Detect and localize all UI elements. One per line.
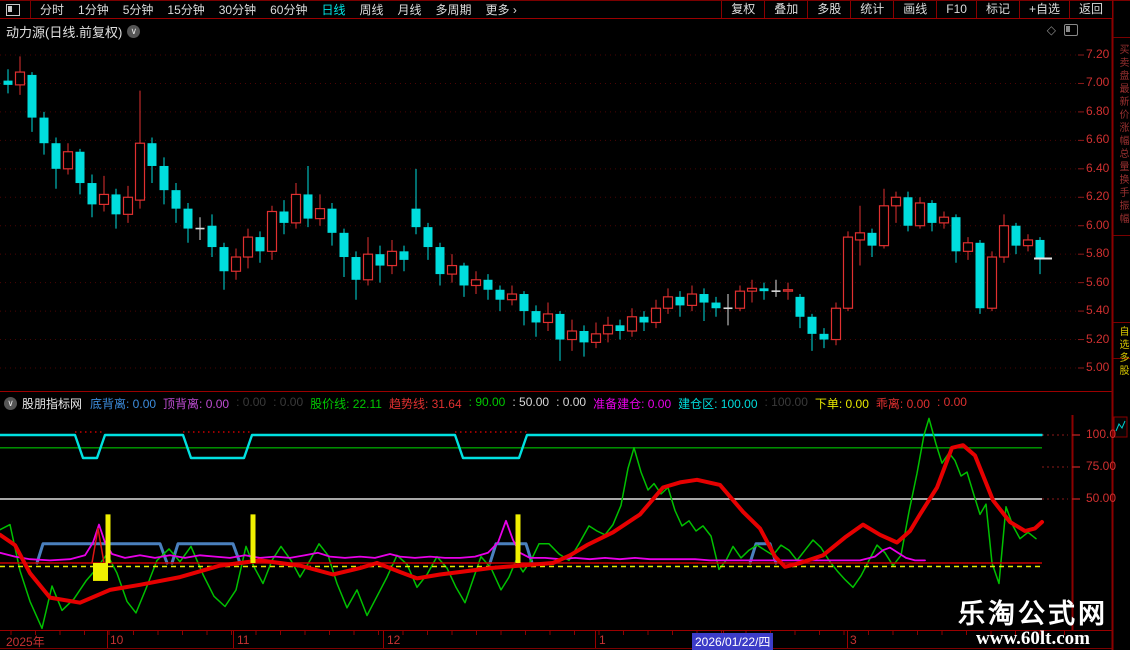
month-label: 10: [110, 633, 124, 647]
toolbar-right-buttons: 复权 叠加 多股 统计 画线 F10 标记 +自选 返回: [721, 1, 1112, 18]
button-画线[interactable]: 画线: [893, 1, 936, 18]
axis-label: 75.00: [1086, 459, 1117, 473]
candlestick-series: [3, 56, 1045, 361]
right-strip-tabs[interactable]: 买卖盘最新价涨幅总量换手振幅: [1115, 44, 1130, 226]
indicator-field: : 90.00: [468, 394, 506, 409]
indicator-fields: 底背离: 0.00 顶背离: 0.00 : 0.00 : 0.00 股价线: 22.11…: [90, 395, 974, 412]
trading-app-window: 分时 1分钟 5分钟 15分钟 30分钟 60分钟 日线 周线 月线 多周期 更多 › 复权 叠加 多股…: [0, 0, 1130, 650]
indicator-field: : 0.00: [936, 394, 967, 409]
selected-date-label: 2026/01/22/四: [692, 633, 774, 650]
period-toolbar: 分时 1分钟 5分钟 15分钟 30分钟 60分钟 日线 周线 月线 多周期 更多 › 复权 叠加 多股…: [0, 0, 1112, 19]
axis-label: 100.0: [1086, 427, 1117, 441]
indicator-field-下单: 下单: 0.00: [814, 396, 869, 411]
axis-label: 6.20: [1086, 189, 1110, 204]
indicator-header: ∨ 股朋指标网 底背离: 0.00 顶背离: 0.00 : 0.00 : 0.00 股价…: [4, 394, 974, 412]
tab-60分钟[interactable]: 60分钟: [270, 1, 307, 18]
indicator-collapse-icon[interactable]: ∨: [4, 396, 17, 410]
indicator-field: : 50.00: [512, 394, 550, 409]
stock-titlebar: 动力源(日线.前复权) ∨: [6, 22, 141, 41]
indicator-field-股价线: 股价线: 22.11: [310, 396, 382, 411]
indicator-field-底背离: 底背离: 0.00: [90, 396, 157, 411]
month-label: 3: [850, 633, 857, 647]
button-返回[interactable]: 返回: [1068, 1, 1112, 18]
tab-月线[interactable]: 月线: [398, 1, 422, 18]
axis-label: 50.00: [1086, 491, 1117, 505]
indicator-field-趋势线: 趋势线: 31.64: [388, 396, 462, 411]
period-tabs: 分时 1分钟 5分钟 15分钟 30分钟 60分钟 日线 周线 月线 多周期 更多 ›: [33, 1, 524, 18]
axis-label: 5.20: [1086, 331, 1110, 346]
button-统计[interactable]: 统计: [850, 1, 893, 18]
axis-label: 6.80: [1086, 103, 1110, 118]
watermark-site-name: 乐淘公式网: [958, 599, 1108, 629]
axis-label: 6.00: [1086, 217, 1110, 232]
tab-15分钟[interactable]: 15分钟: [167, 1, 204, 18]
axis-label: 7.00: [1086, 75, 1110, 90]
indicator-field-乖离: 乖离: 0.00: [875, 396, 930, 411]
panel-layout-icon[interactable]: [1064, 24, 1078, 36]
button-F10[interactable]: F10: [936, 1, 976, 18]
chart-graphics: [0, 0, 1130, 650]
month-label: 1: [599, 633, 606, 647]
watermark: 乐淘公式网 www.60lt.com: [958, 599, 1108, 648]
axis-label: 6.60: [1086, 132, 1110, 147]
stock-title: 动力源(日线.前复权): [6, 25, 123, 40]
tab-多周期[interactable]: 多周期: [436, 1, 472, 18]
button-复权[interactable]: 复权: [721, 1, 764, 18]
tab-分时[interactable]: 分时: [40, 1, 64, 18]
indicator-field: : 0.00: [236, 394, 267, 409]
indicator-field: : 100.00: [764, 394, 808, 409]
axis-label: 5.00: [1086, 359, 1110, 374]
month-label: 12: [387, 633, 401, 647]
axis-label: 6.40: [1086, 160, 1110, 175]
month-label: 11: [237, 633, 250, 647]
month-label: 2025年: [6, 635, 45, 649]
button-多股[interactable]: 多股: [807, 1, 850, 18]
right-tab-strip: 买卖盘最新价涨幅总量换手振幅 自选多股: [1113, 0, 1130, 650]
axis-label: 7.20: [1086, 47, 1110, 61]
indicator-field-顶背离: 顶背离: 0.00: [163, 396, 230, 411]
diamond-icon[interactable]: ◇: [1047, 23, 1056, 37]
indicator-field-建仓区: 建仓区: 100.00: [678, 396, 758, 411]
indicator-field: : 0.00: [556, 394, 587, 409]
tab-日线[interactable]: 日线: [321, 1, 345, 18]
tab-1分钟[interactable]: 1分钟: [78, 1, 109, 18]
tab-更多 ›[interactable]: 更多 ›: [486, 1, 517, 18]
indicator-field-准备建仓: 准备建仓: 0.00: [593, 396, 672, 411]
button-+自选[interactable]: +自选: [1018, 1, 1069, 18]
toolbar-divider: [30, 1, 31, 18]
title-right-icons: ◇: [1047, 23, 1078, 37]
window-layout-icon[interactable]: [6, 3, 20, 16]
axis-label: 5.60: [1086, 274, 1110, 289]
button-叠加[interactable]: 叠加: [764, 1, 807, 18]
chevron-down-circle-icon[interactable]: ∨: [127, 25, 141, 38]
tab-周线[interactable]: 周线: [359, 1, 383, 18]
indicator-field: : 0.00: [273, 394, 304, 409]
indicator-pane: [0, 417, 1044, 630]
button-标记[interactable]: 标记: [975, 1, 1019, 18]
tab-5分钟[interactable]: 5分钟: [123, 1, 154, 18]
tab-30分钟[interactable]: 30分钟: [219, 1, 256, 18]
axis-label: 5.40: [1086, 303, 1110, 318]
axis-label: 5.80: [1086, 246, 1110, 261]
indicator-source-name: 股朋指标网: [22, 396, 83, 411]
watermark-url: www.60lt.com: [976, 628, 1090, 649]
right-strip-accent-tabs[interactable]: 自选多股: [1115, 326, 1130, 378]
